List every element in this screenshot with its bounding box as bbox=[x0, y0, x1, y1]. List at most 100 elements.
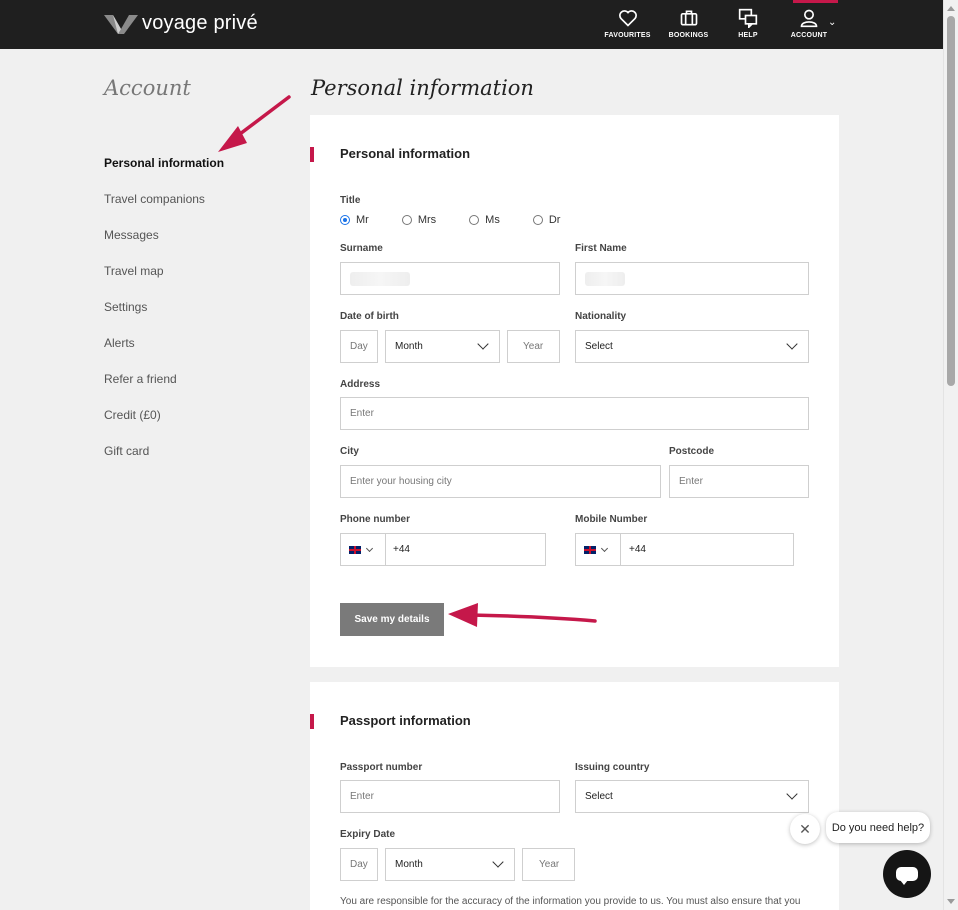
address-input[interactable]: Enter bbox=[340, 397, 809, 430]
surname-input[interactable] bbox=[340, 262, 560, 295]
chevron-down-icon[interactable]: ⌄ bbox=[828, 17, 836, 28]
sidebar-item-personal-information[interactable]: Personal information bbox=[104, 156, 224, 170]
mobile-country-select[interactable] bbox=[576, 533, 621, 566]
brand-name: voyage privé bbox=[142, 12, 258, 34]
expiry-date-label: Expiry Date bbox=[340, 829, 396, 840]
redacted-value bbox=[585, 271, 625, 286]
surname-label: Surname bbox=[340, 243, 383, 254]
nav-bookings[interactable]: BOOKINGS bbox=[666, 0, 711, 49]
uk-flag-icon bbox=[349, 545, 361, 554]
arrow-to-personal-information bbox=[218, 95, 291, 152]
sidebar-item-refer-a-friend[interactable]: Refer a friend bbox=[104, 372, 177, 386]
radio-label: Mr bbox=[356, 214, 369, 226]
radio-unchecked-icon bbox=[401, 215, 412, 225]
chat-close-button[interactable]: ✕ bbox=[790, 814, 820, 844]
page-title: Personal information bbox=[311, 76, 534, 100]
uk-flag-icon bbox=[584, 545, 596, 554]
chevron-down-icon bbox=[600, 544, 609, 552]
heart-icon bbox=[618, 10, 637, 27]
expiry-month-select[interactable]: Month bbox=[385, 848, 515, 881]
nationality-value: Select bbox=[585, 341, 613, 352]
mobile-prefix: +44 bbox=[629, 544, 646, 555]
postcode-input[interactable]: Enter bbox=[669, 465, 809, 498]
nationality-label: Nationality bbox=[575, 311, 627, 322]
expiry-year-input[interactable]: Year bbox=[522, 848, 575, 881]
issuing-country-label: Issuing country bbox=[575, 762, 650, 773]
radio-label: Ms bbox=[485, 214, 500, 226]
chevron-down-icon bbox=[786, 338, 798, 350]
chat-launcher-button[interactable] bbox=[883, 850, 931, 898]
logo-mark-icon bbox=[104, 14, 138, 34]
nav-account[interactable]: ACCOUNT bbox=[788, 0, 830, 49]
sidebar-item-travel-map[interactable]: Travel map bbox=[104, 264, 164, 278]
save-details-button[interactable]: Save my details bbox=[340, 603, 444, 636]
radio-unchecked-icon bbox=[532, 215, 543, 225]
nationality-select[interactable]: Select bbox=[575, 330, 809, 363]
sidebar-item-settings[interactable]: Settings bbox=[104, 300, 147, 314]
chat-bubble-icon bbox=[896, 867, 918, 885]
issuing-country-value: Select bbox=[585, 791, 613, 802]
section-accent-marker bbox=[310, 147, 314, 162]
help-chat-icon bbox=[738, 8, 758, 28]
postcode-label: Postcode bbox=[669, 446, 715, 457]
radio-unchecked-icon bbox=[469, 215, 480, 225]
sidebar-item-messages[interactable]: Messages bbox=[104, 228, 159, 242]
phone-country-select[interactable] bbox=[341, 533, 386, 566]
scroll-up-arrow-icon[interactable] bbox=[947, 6, 955, 11]
title-radio-ms[interactable]: Ms bbox=[469, 214, 500, 226]
address-label: Address bbox=[340, 379, 381, 390]
sidebar-item-credit[interactable]: Credit (£0) bbox=[104, 408, 161, 422]
title-radio-group: Mr Mrs Ms Dr bbox=[340, 214, 593, 226]
issuing-country-select[interactable]: Select bbox=[575, 780, 809, 813]
nav-favourites-label: FAVOURITES bbox=[604, 32, 651, 39]
first-name-input[interactable] bbox=[575, 262, 809, 295]
scroll-thumb[interactable] bbox=[947, 16, 955, 386]
city-label: City bbox=[340, 446, 359, 457]
redacted-value bbox=[350, 271, 410, 286]
page-scrollbar[interactable] bbox=[943, 0, 958, 910]
section-title: Passport information bbox=[340, 713, 471, 728]
chevron-down-icon bbox=[365, 544, 374, 552]
first-name-label: First Name bbox=[575, 243, 627, 254]
nav-favourites[interactable]: FAVOURITES bbox=[604, 0, 651, 49]
chevron-down-icon bbox=[492, 856, 504, 868]
phone-prefix: +44 bbox=[393, 544, 410, 555]
passport-number-input[interactable]: Enter bbox=[340, 780, 560, 813]
chevron-down-icon bbox=[477, 338, 489, 350]
dob-year-input[interactable]: Year bbox=[507, 330, 560, 363]
expiry-day-input[interactable]: Day bbox=[340, 848, 378, 881]
top-navigation-bar: voyage privé FAVOURITES BOOKINGS HELP AC… bbox=[0, 0, 943, 49]
mobile-number-input[interactable]: +44 bbox=[575, 533, 794, 566]
title-radio-mr[interactable]: Mr bbox=[340, 214, 369, 226]
radio-label: Mrs bbox=[417, 214, 437, 226]
title-label: Title bbox=[340, 195, 361, 206]
dob-month-value: Month bbox=[395, 341, 423, 352]
section-title: Personal information bbox=[340, 146, 471, 161]
sidebar-item-alerts[interactable]: Alerts bbox=[104, 336, 135, 350]
scroll-down-arrow-icon[interactable] bbox=[947, 899, 955, 904]
city-input[interactable]: Enter your housing city bbox=[340, 465, 661, 498]
brand-logo[interactable]: voyage privé bbox=[104, 12, 258, 35]
chevron-down-icon bbox=[786, 788, 798, 800]
mobile-number-label: Mobile Number bbox=[575, 514, 648, 525]
passport-disclaimer: You are responsible for the accuracy of … bbox=[340, 896, 801, 907]
chat-prompt-bubble[interactable]: Do you need help? bbox=[826, 812, 930, 843]
date-of-birth-label: Date of birth bbox=[340, 311, 399, 322]
sidebar-item-travel-companions[interactable]: Travel companions bbox=[104, 192, 205, 206]
nav-help[interactable]: HELP bbox=[727, 0, 769, 49]
nav-help-label: HELP bbox=[738, 32, 758, 39]
sidebar-title: Account bbox=[104, 76, 191, 100]
phone-number-input[interactable]: +44 bbox=[340, 533, 546, 566]
close-icon: ✕ bbox=[799, 820, 811, 837]
title-radio-mrs[interactable]: Mrs bbox=[401, 214, 437, 226]
user-icon bbox=[800, 9, 818, 28]
title-radio-dr[interactable]: Dr bbox=[532, 214, 561, 226]
sidebar-item-gift-card[interactable]: Gift card bbox=[104, 444, 149, 458]
radio-label: Dr bbox=[548, 214, 561, 226]
passport-information-card: Passport information Passport number Ent… bbox=[310, 682, 839, 910]
dob-day-input[interactable]: Day bbox=[340, 330, 378, 363]
dob-month-select[interactable]: Month bbox=[385, 330, 500, 363]
phone-number-label: Phone number bbox=[340, 514, 411, 525]
section-accent-marker bbox=[310, 714, 314, 729]
suitcase-icon bbox=[680, 10, 697, 26]
